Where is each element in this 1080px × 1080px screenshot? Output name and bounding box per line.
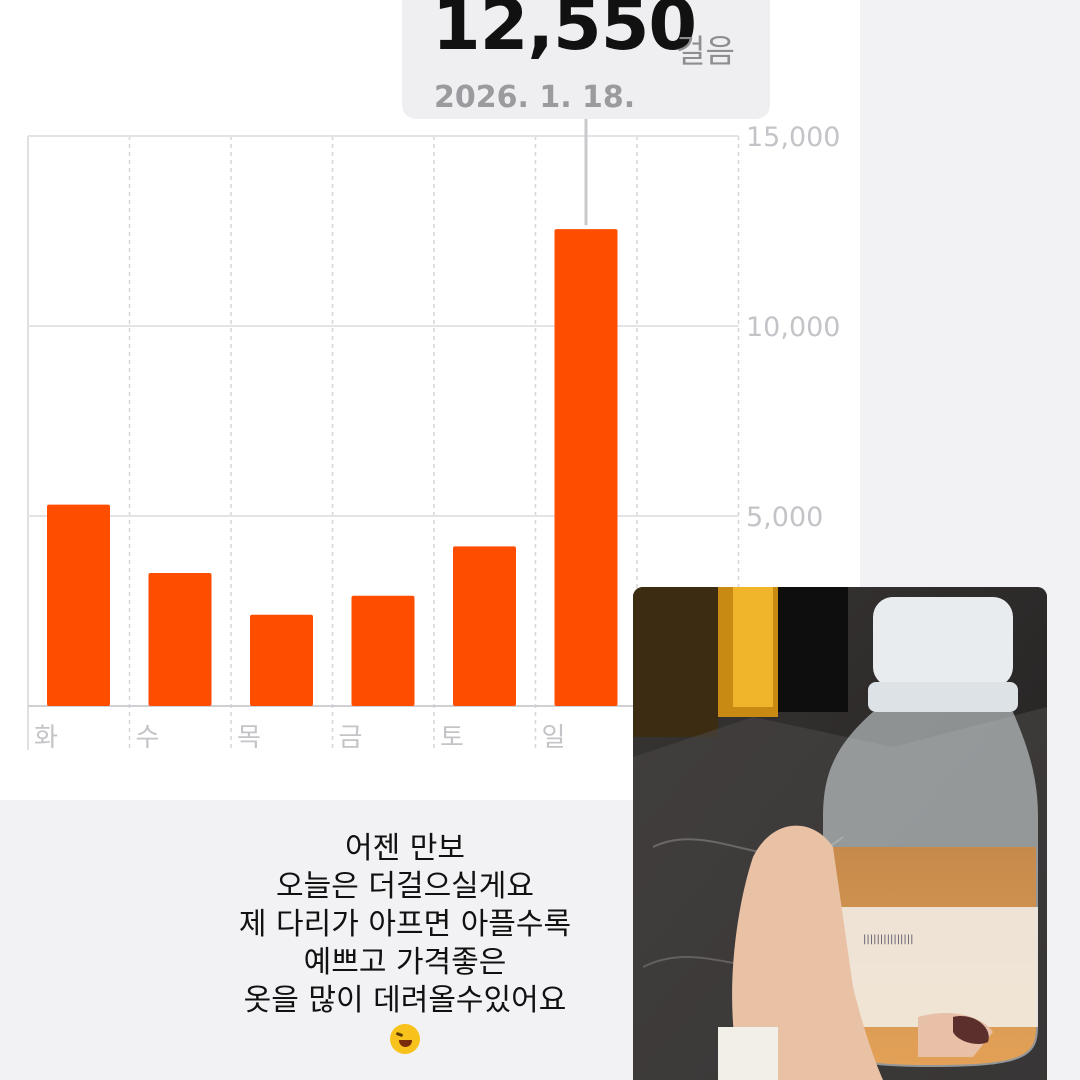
caption-line: 어젠 만보 (345, 831, 465, 866)
y-axis-ticks: 5,000 10,000 15,000 (746, 122, 840, 533)
bar-금[interactable] (351, 595, 415, 706)
tooltip-step-unit: 걸음 (676, 32, 735, 70)
x-axis-ticks: 화수목금토일 (34, 723, 565, 753)
tooltip-step-value: 12,550 (432, 0, 697, 66)
caption-line: 오늘은 더걸으실게요 (276, 869, 534, 904)
x-tick-label: 토 (440, 723, 464, 753)
y-tick-label: 5,000 (746, 502, 823, 533)
tooltip-date: 2026. 1. 18. (434, 80, 636, 115)
y-tick-label: 15,000 (746, 122, 840, 153)
y-tick-label: 10,000 (746, 312, 840, 343)
drink-bottle-photo: ||||||||||||||| (633, 587, 1047, 1080)
caption-line: 옷을 많이 데려올수있어요 (243, 983, 567, 1018)
svg-text:|||||||||||||||: ||||||||||||||| (863, 934, 914, 945)
bar-토[interactable] (453, 546, 516, 706)
x-tick-label: 일 (542, 723, 566, 753)
x-tick-label: 목 (237, 723, 261, 753)
bar-목[interactable] (250, 614, 313, 706)
caption-line: 제 다리가 아프면 아플수록 (238, 907, 572, 942)
x-tick-label: 금 (339, 723, 363, 753)
background-strip (860, 0, 1080, 590)
bar-수[interactable] (148, 573, 212, 706)
caption-line: 예쁘고 가격좋은 (303, 945, 507, 980)
story-caption: 어젠 만보 오늘은 더걸으실게요 제 다리가 아프면 아플수록 예쁘고 가격좋은… (200, 830, 610, 1064)
x-tick-label: 화 (34, 723, 58, 753)
rolling-laughing-emoji-icon (390, 1024, 420, 1054)
x-tick-label: 수 (136, 723, 160, 753)
step-count-tooltip: 12,550 걸음 2026. 1. 18. (402, 0, 770, 119)
bar-일[interactable] (554, 229, 618, 706)
bar-화[interactable] (47, 504, 110, 706)
